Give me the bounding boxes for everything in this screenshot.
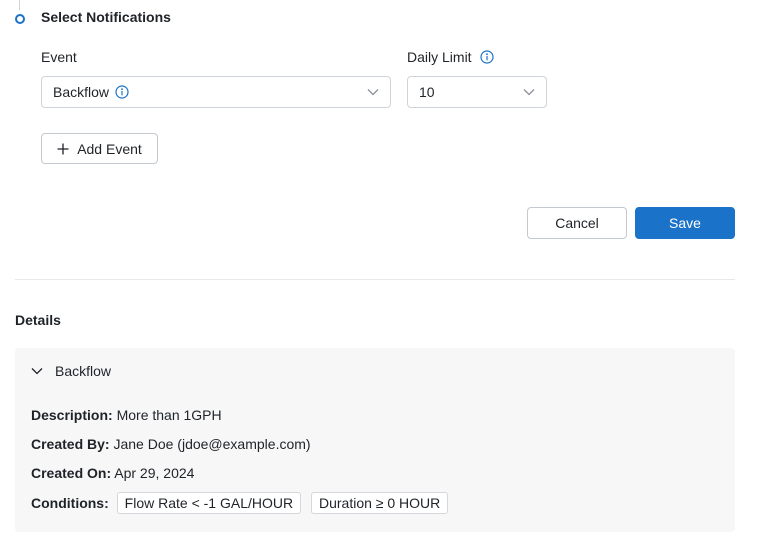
daily-limit-value: 10 xyxy=(419,84,435,100)
cancel-button[interactable]: Cancel xyxy=(527,207,627,239)
details-item-name: Backflow xyxy=(55,363,112,379)
step-connector-line xyxy=(19,0,20,10)
info-icon[interactable] xyxy=(479,50,494,64)
step-dot-icon xyxy=(15,14,25,24)
description-label: Description: xyxy=(31,407,113,423)
chevron-down-icon[interactable] xyxy=(31,367,43,375)
add-event-label: Add Event xyxy=(77,140,142,157)
event-label: Event xyxy=(41,49,77,65)
info-icon[interactable] xyxy=(115,85,129,99)
daily-limit-label: Daily Limit xyxy=(407,49,472,65)
created-on-value: Apr 29, 2024 xyxy=(114,465,195,481)
event-select-value: Backflow xyxy=(53,84,110,100)
created-by-value: Jane Doe (jdoe@example.com) xyxy=(113,436,311,452)
daily-limit-select[interactable]: 10 xyxy=(407,76,547,108)
plus-icon xyxy=(57,143,69,155)
daily-limit-label-group: Daily Limit xyxy=(407,49,494,65)
created-on-label: Created On: xyxy=(31,465,112,481)
step-title: Select Notifications xyxy=(41,9,171,25)
created-by-row: Created By: Jane Doe (jdoe@example.com) xyxy=(31,436,311,452)
event-select[interactable]: Backflow xyxy=(41,76,391,108)
cancel-label: Cancel xyxy=(555,215,599,231)
conditions-row: Conditions: Flow Rate < -1 GAL/HOUR Dura… xyxy=(31,492,449,514)
details-item-header[interactable]: Backflow xyxy=(31,363,111,379)
created-on-row: Created On: Apr 29, 2024 xyxy=(31,465,194,481)
conditions-label: Conditions: xyxy=(31,495,109,511)
condition-tag: Flow Rate < -1 GAL/HOUR xyxy=(116,492,302,514)
description-value: More than 1GPH xyxy=(116,407,222,423)
save-label: Save xyxy=(669,215,701,231)
description-row: Description: More than 1GPH xyxy=(31,407,222,423)
chevron-down-icon xyxy=(523,88,535,96)
save-button[interactable]: Save xyxy=(635,207,735,239)
add-event-button[interactable]: Add Event xyxy=(41,133,158,164)
chevron-down-icon xyxy=(367,88,379,96)
details-panel: Backflow Description: More than 1GPH Cre… xyxy=(15,348,735,532)
details-title: Details xyxy=(15,312,61,328)
section-divider xyxy=(15,279,735,280)
created-by-label: Created By: xyxy=(31,436,110,452)
condition-tag: Duration ≥ 0 HOUR xyxy=(310,492,449,514)
